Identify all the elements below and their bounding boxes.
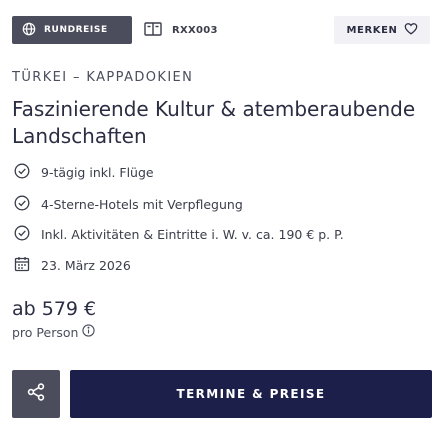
feature-item: 4-Sterne-Hotels mit Verpflegung <box>14 195 243 214</box>
check-circle-icon <box>14 225 30 244</box>
trip-title[interactable]: Faszinierende Kultur & atemberaubende La… <box>12 96 437 150</box>
feature-text: 4-Sterne-Hotels mit Verpflegung <box>41 197 243 212</box>
feature-item: 9-tägig inkl. Flüge <box>14 163 154 182</box>
save-label: MERKEN <box>346 24 398 36</box>
trip-type-label: RUNDREISE <box>44 25 108 35</box>
save-button[interactable]: MERKEN <box>334 16 430 44</box>
price: ab 579 € <box>12 298 97 320</box>
share-icon <box>26 382 46 406</box>
calendar-icon <box>14 256 30 275</box>
trip-date-text: 23. März 2026 <box>41 258 131 273</box>
trip-type-badge: RUNDREISE <box>12 16 132 44</box>
info-icon[interactable] <box>82 324 96 340</box>
heart-icon <box>404 22 418 39</box>
trip-code: RXX003 <box>144 16 218 44</box>
check-circle-icon <box>14 195 30 214</box>
price-per-person: pro Person <box>12 324 96 340</box>
trip-region: TÜRKEI – KAPPADOKIEN <box>12 70 194 85</box>
check-circle-icon <box>14 163 30 182</box>
feature-item: Inkl. Aktivitäten & Eintritte i. W. v. c… <box>14 225 344 244</box>
feature-text: Inkl. Aktivitäten & Eintritte i. W. v. c… <box>41 227 344 242</box>
dates-prices-button[interactable]: TERMINE & PREISE <box>70 370 432 418</box>
share-button[interactable] <box>12 370 60 418</box>
globe-icon <box>22 22 36 39</box>
trip-date: 23. März 2026 <box>14 256 131 275</box>
feature-text: 9-tägig inkl. Flüge <box>41 165 154 180</box>
trip-code-label: RXX003 <box>172 24 218 36</box>
per-person-label: pro Person <box>12 324 79 340</box>
book-icon <box>144 21 162 40</box>
